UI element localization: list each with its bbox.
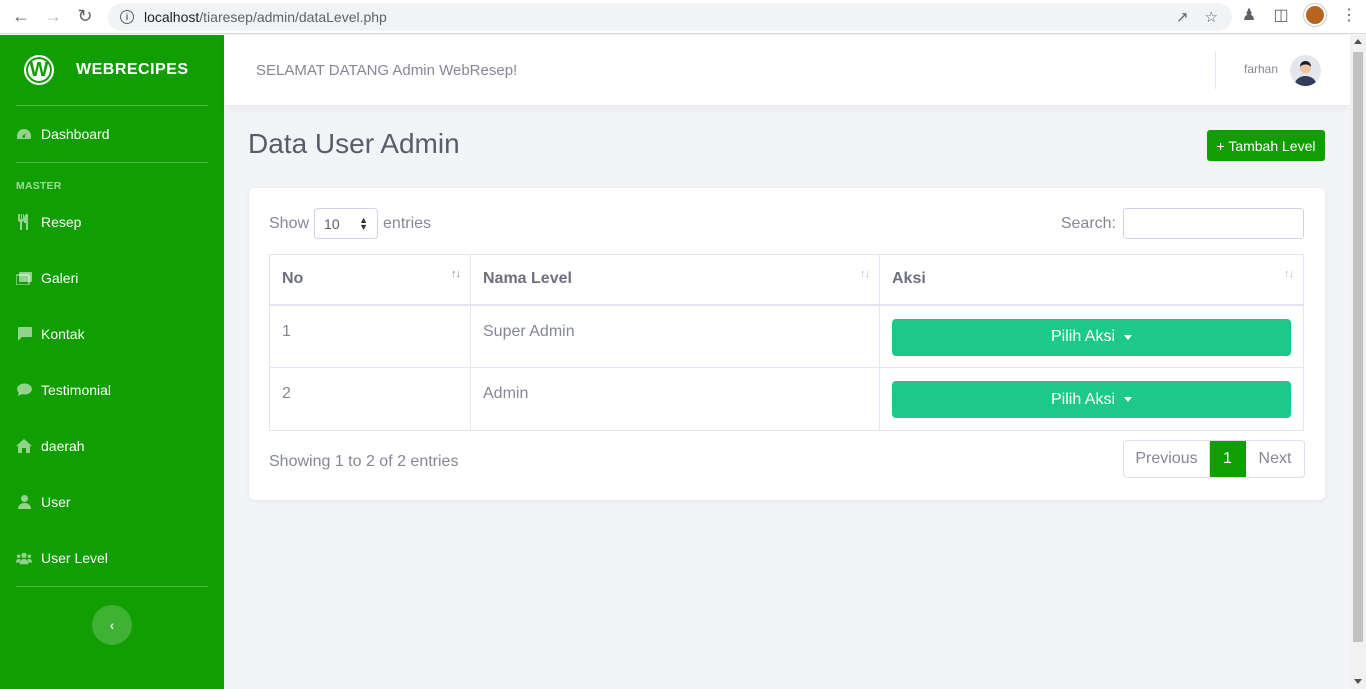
column-header-nama-level[interactable]: Nama Level ↑↓	[470, 254, 880, 306]
header-label: No	[282, 270, 304, 288]
bookmark-star-icon[interactable]: ☆	[1205, 8, 1218, 26]
table-row: 1 Super Admin Pilih Aksi	[269, 304, 1304, 368]
table-info: Showing 1 to 2 of 2 entries	[269, 453, 459, 470]
data-card: Show 10 ▲ ▼ entries Search: No ↑↓ Nama Le…	[249, 188, 1325, 500]
user-avatar[interactable]	[1290, 55, 1321, 86]
pilih-aksi-button[interactable]: Pilih Aksi	[892, 318, 1291, 356]
sidebar-item-kontak[interactable]: Kontak	[0, 306, 224, 362]
cell-no: 2	[269, 367, 471, 431]
add-level-button[interactable]: + Tambah Level	[1207, 130, 1325, 161]
sidebar-heading-master: MASTER	[16, 180, 62, 192]
share-icon[interactable]: ↗	[1176, 8, 1189, 26]
user-icon	[16, 494, 32, 510]
sidebar-item-label: Testimonial	[41, 382, 112, 398]
side-panel-icon[interactable]: ◫	[1272, 6, 1290, 24]
entries-select[interactable]: 10 ▲ ▼	[314, 208, 379, 239]
address-bar[interactable]: i localhost/tiaresep/admin/dataLevel.php…	[108, 3, 1232, 31]
brand[interactable]: W WEBRECIPES	[0, 35, 224, 105]
tachometer-icon	[16, 126, 32, 142]
users-icon	[16, 550, 32, 566]
topbar: SELAMAT DATANG Admin WebResep! farhan	[224, 35, 1350, 105]
utensils-icon	[16, 214, 32, 230]
search-label: Search:	[1060, 214, 1116, 232]
search-input[interactable]	[1123, 208, 1304, 239]
cell-no: 1	[269, 304, 471, 368]
caret-down-icon	[1124, 397, 1133, 402]
brand-name: WEBRECIPES	[76, 61, 189, 78]
cell-nama-level: Admin	[470, 367, 880, 431]
sort-icon: ↑↓	[1284, 268, 1294, 280]
scroll-up-arrow-icon[interactable]	[1354, 39, 1362, 44]
topbar-divider	[1215, 51, 1216, 89]
welcome-text: SELAMAT DATANG Admin WebResep!	[256, 61, 518, 79]
table-row: 2 Admin Pilih Aksi	[269, 367, 1304, 431]
sidebar-item-galeri[interactable]: Galeri	[0, 250, 224, 306]
sidebar-item-label: daerah	[41, 438, 85, 454]
sidebar-divider	[16, 162, 208, 163]
cell-aksi: Pilih Aksi	[879, 304, 1304, 368]
show-label: Show	[269, 214, 310, 232]
scrollbar-thumb[interactable]	[1353, 52, 1363, 642]
column-header-no[interactable]: No ↑↓	[269, 254, 471, 306]
comment-square-icon	[16, 326, 32, 342]
level-table: No ↑↓ Nama Level ↑↓ Aksi ↑↓ 1 Super Admi…	[269, 254, 1304, 431]
pilih-aksi-label: Pilih Aksi	[1050, 390, 1116, 408]
sidebar-item-label: Dashboard	[41, 126, 110, 142]
sidebar-toggle-button[interactable]: ‹	[92, 605, 132, 645]
sidebar-item-label: Galeri	[41, 270, 79, 286]
site-info-icon[interactable]: i	[120, 10, 134, 24]
sidebar: W WEBRECIPES Dashboard MASTER Resep Gale…	[0, 35, 224, 689]
sort-icon: ↑↓	[860, 268, 870, 280]
sidebar-item-resep[interactable]: Resep	[0, 194, 224, 250]
sidebar-item-label: Resep	[41, 214, 82, 230]
sidebar-item-label: User	[41, 494, 71, 510]
entries-label: entries	[383, 214, 432, 232]
user-name[interactable]: farhan	[1244, 62, 1278, 76]
back-icon[interactable]: ←	[10, 6, 32, 28]
images-icon	[16, 270, 32, 286]
sidebar-item-testimonial[interactable]: Testimonial	[0, 362, 224, 418]
updown-icon: ▲ ▼	[359, 214, 369, 232]
brand-logo: W	[24, 55, 54, 85]
next-page-button[interactable]: Next	[1246, 441, 1304, 477]
previous-page-button[interactable]: Previous	[1124, 441, 1210, 477]
chevron-left-icon: ‹	[109, 617, 115, 633]
entries-value: 10	[324, 215, 340, 232]
menu-kebab-icon[interactable]: ⋮	[1340, 6, 1358, 24]
reload-icon[interactable]: ↻	[74, 6, 96, 28]
caret-down-icon	[1124, 334, 1133, 340]
cell-nama-level: Super Admin	[470, 304, 880, 368]
sidebar-item-daerah[interactable]: daerah	[0, 418, 224, 474]
sidebar-item-user-level[interactable]: User Level	[0, 530, 224, 586]
header-label: Nama Level	[483, 270, 572, 288]
header-label: Aksi	[892, 270, 926, 288]
page-title: Data User Admin	[248, 128, 460, 159]
url-host: localhost	[144, 9, 200, 25]
sidebar-item-label: User Level	[41, 550, 108, 566]
column-header-aksi[interactable]: Aksi ↑↓	[879, 254, 1304, 306]
table-header-row: No ↑↓ Nama Level ↑↓ Aksi ↑↓	[269, 254, 1304, 306]
forward-icon[interactable]: →	[42, 6, 64, 28]
scroll-down-arrow-icon[interactable]	[1354, 679, 1362, 684]
sort-icon: ↑↓	[451, 268, 461, 280]
pilih-aksi-label: Pilih Aksi	[1050, 328, 1116, 345]
url-path: /tiaresep/admin/dataLevel.php	[199, 9, 387, 25]
url-text: localhost/tiaresep/admin/dataLevel.php	[144, 9, 387, 25]
search-control: Search:	[1061, 208, 1304, 239]
sidebar-item-dashboard[interactable]: Dashboard	[0, 106, 224, 162]
sidebar-divider	[16, 586, 208, 587]
home-icon	[16, 438, 32, 454]
page-1-button[interactable]: 1	[1210, 441, 1246, 477]
vertical-scrollbar[interactable]	[1350, 35, 1366, 689]
sidebar-item-user[interactable]: User	[0, 474, 224, 530]
profile-avatar[interactable]	[1304, 4, 1326, 26]
pilih-aksi-button[interactable]: Pilih Aksi	[892, 381, 1291, 418]
browser-toolbar: ← → ↻ i localhost/tiaresep/admin/dataLev…	[0, 0, 1366, 34]
cell-aksi: Pilih Aksi	[879, 367, 1304, 431]
extensions-icon[interactable]: ♟	[1240, 6, 1258, 24]
sidebar-item-label: Kontak	[41, 326, 85, 342]
length-control: Show 10 ▲ ▼ entries	[269, 208, 431, 239]
comment-icon	[16, 382, 32, 398]
pagination: Previous 1 Next	[1123, 440, 1305, 478]
